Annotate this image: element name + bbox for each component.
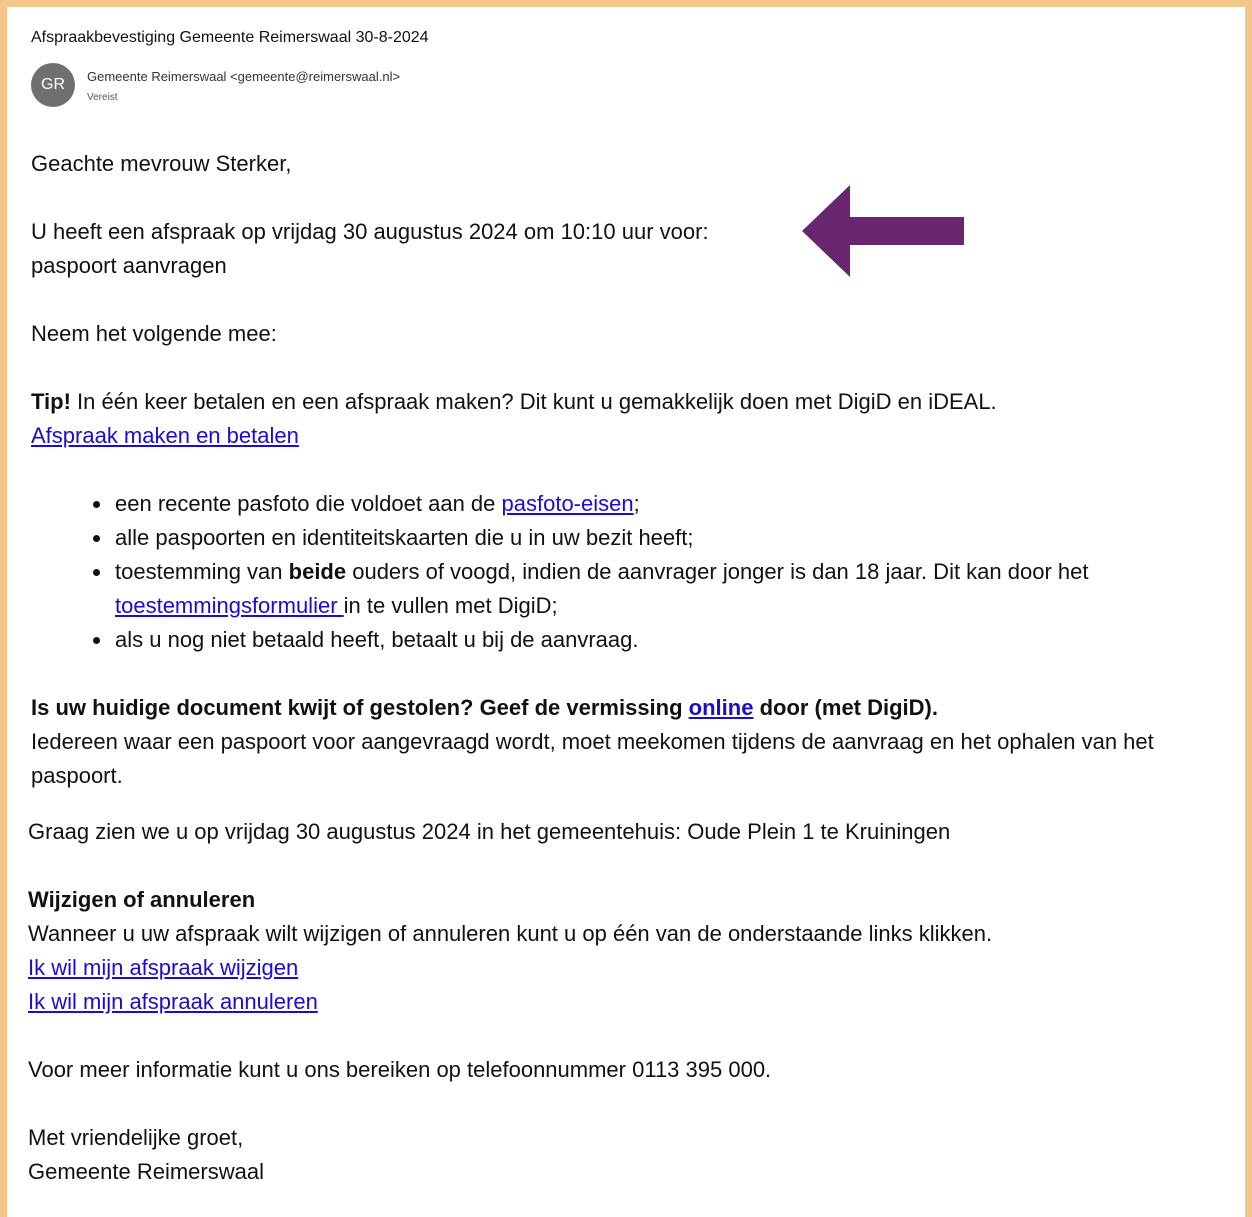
avatar[interactable]: GR [31, 63, 75, 107]
everyone-paragraph: Iedereen waar een paspoort voor aangevra… [31, 729, 1154, 788]
tip-label: Tip! [31, 389, 71, 414]
list-text: een recente pasfoto die voldoet aan de [115, 491, 502, 516]
lost-text: Is uw huidige document kwijt of gestolen… [31, 695, 689, 720]
appointment-line: U heeft een afspraak op vrijdag 30 augus… [31, 219, 709, 244]
bring-line: Neem het volgende mee: [31, 321, 277, 346]
greeting: Geachte mevrouw Sterker, [31, 151, 292, 176]
email-subject: Afspraakbevestiging Gemeente Reimerswaal… [31, 29, 429, 46]
list-item: alle paspoorten en identiteitskaarten di… [113, 521, 1231, 555]
service-line: paspoort aanvragen [31, 253, 227, 278]
lost-text: door (met DigiD). [753, 695, 938, 720]
bring-list: een recente pasfoto die voldoet aan de p… [31, 487, 1231, 657]
list-text: in te vullen met DigiD; [343, 593, 558, 618]
change-appointment-link[interactable]: Ik wil mijn afspraak wijzigen [28, 955, 298, 980]
change-heading: Wijzigen of annuleren [28, 887, 256, 912]
tip-text: In één keer betalen en een afspraak make… [70, 389, 997, 414]
sender-subtitle: Vereist [87, 92, 118, 103]
list-text: ; [633, 491, 640, 516]
email-frame: Afspraakbevestiging Gemeente Reimerswaal… [7, 7, 1245, 1217]
email-lower-body: Graag zien we u op vrijdag 30 augustus 2… [28, 815, 1228, 1189]
list-item: als u nog niet betaald heeft, betaalt u … [113, 623, 1231, 657]
email-body: Geachte mevrouw Sterker, U heeft een afs… [31, 147, 1231, 793]
tip-paragraph: Tip! In één keer betalen en een afspraak… [31, 385, 1231, 419]
info-line: Voor meer informatie kunt u ons bereiken… [28, 1057, 772, 1082]
online-link[interactable]: online [689, 695, 754, 720]
list-text: ouders of voogd, indien de aanvrager jon… [346, 559, 1089, 584]
list-bold: beide [288, 559, 347, 584]
change-text: Wanneer u uw afspraak wilt wijzigen of a… [28, 921, 993, 946]
cancel-appointment-link[interactable]: Ik wil mijn afspraak annuleren [28, 989, 318, 1014]
lost-paragraph: Is uw huidige document kwijt of gestolen… [31, 691, 1231, 725]
see-you-line: Graag zien we u op vrijdag 30 augustus 2… [28, 819, 951, 844]
list-item: een recente pasfoto die voldoet aan de p… [113, 487, 1231, 521]
sender-address[interactable]: Gemeente Reimerswaal <gemeente@reimerswa… [87, 69, 400, 84]
signature: Gemeente Reimerswaal [28, 1159, 264, 1184]
pasfoto-link[interactable]: pasfoto-eisen [502, 491, 634, 516]
consent-form-link[interactable]: toestemmingsformulier [115, 593, 344, 618]
closing-line: Met vriendelijke groet, [28, 1125, 244, 1150]
pay-and-book-link[interactable]: Afspraak maken en betalen [31, 423, 299, 448]
list-item: toestemming van beide ouders of voogd, i… [113, 555, 1231, 623]
list-text: toestemming van [115, 559, 289, 584]
